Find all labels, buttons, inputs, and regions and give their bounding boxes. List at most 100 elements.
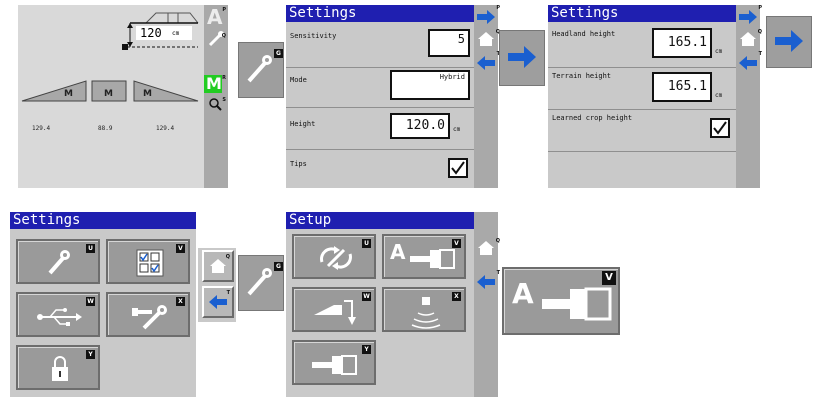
height-readout: 120 cm — [136, 26, 192, 40]
letter-u: U — [86, 244, 95, 253]
next-page-button[interactable]: P — [734, 5, 762, 29]
manual-mode-button[interactable]: M R — [204, 74, 226, 93]
auto-boom-callout-tile: A V — [502, 267, 620, 335]
reading-right: 129.4 — [156, 125, 174, 132]
setup-sidebar: Q T — [472, 212, 500, 397]
height-unit: cm — [172, 30, 180, 37]
tile-lock[interactable]: Y — [16, 345, 100, 390]
tile-section-setup[interactable]: Y — [292, 340, 376, 385]
letter-x: X — [452, 292, 461, 301]
tile-boom-fold[interactable]: W — [292, 287, 376, 332]
badge-r: R — [222, 75, 226, 81]
height-unit: cm — [453, 126, 461, 133]
tile-checklist[interactable]: V — [106, 239, 190, 284]
tile-calibrate[interactable]: U — [292, 234, 376, 279]
tile-usb[interactable]: W — [16, 292, 100, 337]
home-button[interactable]: Q — [472, 27, 500, 51]
tile-tools[interactable]: U — [16, 239, 100, 284]
arrow-left-icon — [477, 56, 495, 70]
home-icon — [210, 259, 226, 273]
home-icon — [478, 32, 494, 46]
letter-w: W — [86, 297, 95, 306]
calibrate-icon — [320, 246, 352, 270]
page-title: Settings — [286, 5, 474, 22]
run-sidebar: A P Q M R S — [204, 5, 228, 188]
reading-left: 129.4 — [32, 125, 50, 132]
section-left-label: M — [64, 89, 73, 99]
sensitivity-field[interactable]: 5 — [428, 29, 470, 57]
arrow-left-icon — [477, 275, 495, 289]
tile-auto-boom[interactable]: A V — [382, 234, 466, 279]
home-button[interactable]: Q — [734, 27, 762, 51]
back-button[interactable]: T — [472, 51, 500, 75]
arrow-right-icon — [775, 30, 803, 52]
lock-icon — [52, 356, 68, 381]
letter-w: W — [362, 292, 371, 301]
row-mode[interactable]: Mode Hybrid — [286, 68, 474, 108]
row-tips[interactable]: Tips — [286, 150, 474, 188]
tips-checkbox[interactable] — [448, 158, 468, 178]
page-title: Setup — [286, 212, 474, 229]
home-icon — [478, 241, 494, 255]
badge-q: Q — [757, 29, 762, 35]
back-button[interactable]: T — [202, 286, 234, 318]
menu-sidebar: Q T — [198, 248, 236, 322]
badge-t: T — [496, 270, 500, 276]
boom-section-icon — [542, 287, 612, 321]
home-button[interactable]: Q — [472, 236, 500, 260]
manual-letter-icon: M — [206, 74, 222, 93]
reading-center: 88.9 — [98, 125, 113, 132]
badge-p: P — [758, 5, 762, 11]
letter-v: V — [602, 271, 616, 285]
tile-service[interactable]: X — [106, 292, 190, 337]
back-button[interactable]: T — [472, 270, 500, 294]
badge-p: P — [222, 7, 226, 13]
letter-y: Y — [362, 345, 371, 354]
mode-field[interactable]: Hybrid — [390, 70, 470, 100]
check-icon — [451, 161, 465, 175]
next-page-button[interactable]: P — [472, 5, 500, 29]
sensor-icon — [411, 297, 441, 329]
terrain-unit: cm — [715, 92, 723, 99]
wrench-callout-tile: G — [238, 255, 284, 311]
letter-v: V — [452, 239, 461, 248]
auto-mode-button[interactable]: A P — [206, 5, 226, 29]
usb-icon — [37, 308, 82, 326]
badge-s: S — [222, 97, 226, 103]
row-terrain[interactable]: Terrain height 165.1 cm — [548, 68, 736, 110]
tile-sensor[interactable]: X — [382, 287, 466, 332]
row-height[interactable]: Height 120.0 cm — [286, 108, 474, 150]
wrench-icon — [208, 31, 224, 47]
sprayer-outline — [145, 12, 199, 24]
boom-section-icon — [410, 249, 455, 269]
next-arrow-callout — [499, 30, 545, 86]
home-button[interactable]: Q — [202, 250, 234, 282]
auto-glyph: A — [390, 240, 406, 264]
arrow-right-icon — [739, 10, 757, 24]
badge-t: T — [226, 290, 230, 296]
learned-label: Learned crop height — [552, 114, 633, 122]
learned-checkbox[interactable] — [710, 118, 730, 138]
height-value: 120 — [140, 26, 162, 40]
letter-u: U — [362, 239, 371, 248]
letter-x: X — [176, 297, 185, 306]
wrench-button[interactable]: Q — [206, 29, 226, 49]
next-arrow-callout — [766, 16, 812, 68]
auto-letter-icon: A — [207, 5, 223, 29]
terrain-field[interactable]: 165.1 — [652, 72, 712, 102]
badge-p: P — [496, 5, 500, 11]
row-headland[interactable]: Headland height 165.1 cm — [548, 22, 736, 68]
row-sensitivity[interactable]: Sensitivity 5 — [286, 22, 474, 68]
search-button[interactable]: S — [206, 95, 226, 115]
letter-v: V — [176, 244, 185, 253]
row-learned[interactable]: Learned crop height — [548, 110, 736, 152]
height-field[interactable]: 120.0 — [390, 113, 450, 139]
headland-field[interactable]: 165.1 — [652, 28, 712, 58]
badge-t: T — [758, 51, 762, 57]
headland-unit: cm — [715, 48, 723, 55]
page-title: Settings — [10, 212, 196, 229]
badge-q: Q — [221, 33, 226, 39]
auto-glyph: A — [512, 277, 534, 310]
back-button[interactable]: T — [734, 51, 762, 75]
letter-y: Y — [86, 350, 95, 359]
